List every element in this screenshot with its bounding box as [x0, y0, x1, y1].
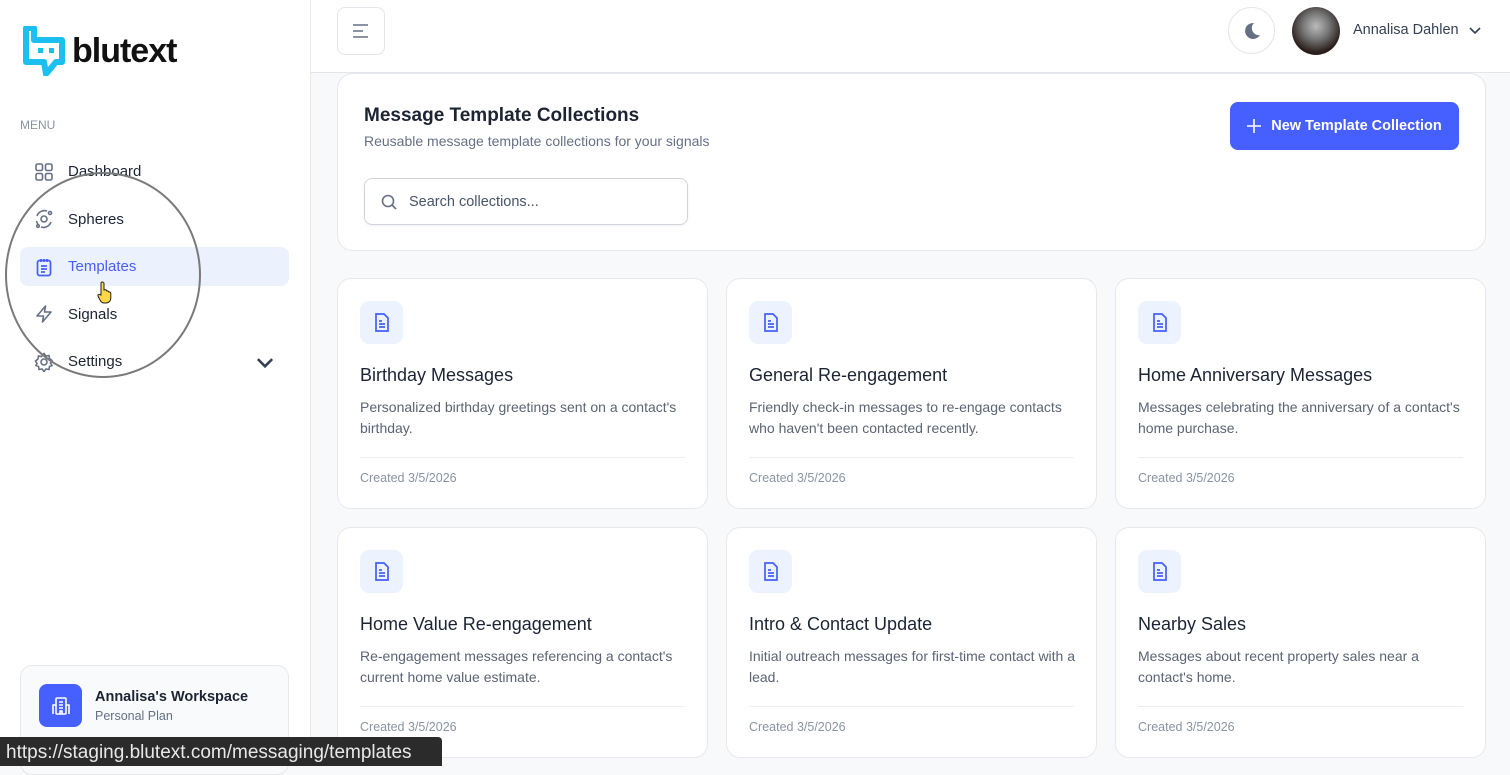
- collection-description: Messages celebrating the anniversary of …: [1138, 399, 1460, 436]
- page-subtitle: Reusable message template collections fo…: [364, 133, 710, 149]
- sidebar-item-settings[interactable]: Settings: [20, 342, 289, 381]
- divider: [1138, 457, 1463, 458]
- collection-card[interactable]: Home Anniversary Messages Messages celeb…: [1115, 278, 1486, 509]
- divider: [360, 457, 685, 458]
- sidebar-item-templates[interactable]: Templates: [20, 247, 289, 286]
- collection-card[interactable]: Home Value Re-engagement Re-engagement m…: [337, 527, 708, 758]
- collection-description: Messages about recent property sales nea…: [1138, 648, 1419, 685]
- avatar[interactable]: [1292, 7, 1340, 55]
- collection-created-date: Created 3/5/2026: [749, 471, 846, 485]
- sidebar-item-spheres[interactable]: Spheres: [20, 200, 289, 239]
- divider: [749, 457, 1074, 458]
- chevron-down-icon: [1469, 27, 1481, 35]
- collection-title: General Re-engagement: [749, 365, 948, 385]
- sidebar-nav: Dashboard Spheres Templates Signals Sett…: [20, 152, 289, 390]
- logo-text: blutext: [72, 31, 177, 70]
- sidebar-item-label: Signals: [68, 305, 118, 323]
- divider: [1138, 706, 1463, 707]
- collection-card[interactable]: Birthday Messages Personalized birthday …: [337, 278, 708, 509]
- sidebar-item-label: Spheres: [68, 210, 124, 228]
- plus-icon: [1247, 119, 1262, 133]
- new-button-label: New Template Collection: [1271, 118, 1442, 134]
- collection-description: Personalized birthday greetings sent on …: [360, 399, 677, 436]
- document-icon: [360, 301, 403, 344]
- user-menu[interactable]: Annalisa Dahlen: [1353, 22, 1481, 38]
- sidebar-item-label: Settings: [68, 353, 123, 370]
- workspace-plan: Personal Plan: [95, 709, 173, 723]
- lightning-icon: [36, 305, 52, 323]
- collection-created-date: Created 3/5/2026: [360, 720, 457, 734]
- search-input[interactable]: [409, 193, 669, 210]
- collection-title: Birthday Messages: [360, 365, 514, 385]
- collection-created-date: Created 3/5/2026: [749, 720, 846, 734]
- collection-title: Home Anniversary Messages: [1138, 365, 1373, 385]
- collection-created-date: Created 3/5/2026: [360, 471, 457, 485]
- menu-icon: [353, 24, 368, 38]
- document-icon: [749, 550, 792, 593]
- status-bar-url: https://staging.blutext.com/messaging/te…: [0, 737, 442, 766]
- collection-created-date: Created 3/5/2026: [1138, 471, 1235, 485]
- chevron-down-icon[interactable]: [255, 352, 275, 372]
- top-header: Annalisa Dahlen: [311, 0, 1510, 73]
- collections-grid: Birthday Messages Personalized birthday …: [337, 278, 1486, 758]
- document-icon: [360, 550, 403, 593]
- gear-icon: [34, 351, 54, 372]
- search-icon: [381, 194, 397, 210]
- collection-description: Initial outreach messages for first-time…: [749, 648, 1076, 685]
- collection-created-date: Created 3/5/2026: [1138, 720, 1235, 734]
- collection-card[interactable]: Nearby Sales Messages about recent prope…: [1115, 527, 1486, 758]
- menu-label: MENU: [20, 118, 56, 132]
- document-icon: [749, 301, 792, 344]
- divider: [749, 706, 1074, 707]
- collection-card[interactable]: General Re-engagement Friendly check-in …: [726, 278, 1097, 509]
- page-title: Message Template Collections: [364, 105, 640, 126]
- collection-title: Nearby Sales: [1138, 614, 1247, 634]
- user-name: Annalisa Dahlen: [1353, 22, 1459, 38]
- clipboard-icon: [36, 258, 52, 276]
- theme-toggle-button[interactable]: [1228, 7, 1275, 54]
- document-icon: [1138, 301, 1181, 344]
- collection-title: Intro & Contact Update: [749, 614, 933, 634]
- sidebar-item-dashboard[interactable]: Dashboard: [20, 152, 289, 191]
- building-icon: [39, 684, 82, 727]
- page-header-card: Message Template Collections Reusable me…: [337, 73, 1486, 251]
- document-icon: [1138, 550, 1181, 593]
- collection-card[interactable]: Intro & Contact Update Initial outreach …: [726, 527, 1097, 758]
- collection-description: Re-engagement messages referencing a con…: [360, 648, 673, 685]
- hand-cursor-icon: [97, 281, 112, 304]
- collection-description: Friendly check-in messages to re-engage …: [749, 399, 1062, 436]
- sidebar-item-label: Templates: [68, 258, 137, 275]
- sidebar: blutext MENU Dashboard Spheres Templates…: [0, 0, 311, 775]
- sidebar-item-label: Dashboard: [68, 163, 142, 180]
- workspace-name: Annalisa's Workspace: [95, 689, 249, 705]
- grid-icon: [35, 162, 53, 181]
- divider: [360, 706, 685, 707]
- moon-icon: [1244, 22, 1260, 39]
- new-template-collection-button[interactable]: New Template Collection: [1230, 102, 1459, 150]
- toggle-sidebar-button[interactable]: [337, 7, 385, 55]
- collection-title: Home Value Re-engagement: [360, 614, 592, 634]
- sidebar-item-signals[interactable]: Signals: [20, 295, 289, 334]
- blutext-logo[interactable]: blutext: [22, 26, 177, 76]
- orbit-icon: [35, 209, 53, 229]
- search-box: [364, 178, 688, 225]
- chat-bubble-logo-icon: [23, 26, 65, 76]
